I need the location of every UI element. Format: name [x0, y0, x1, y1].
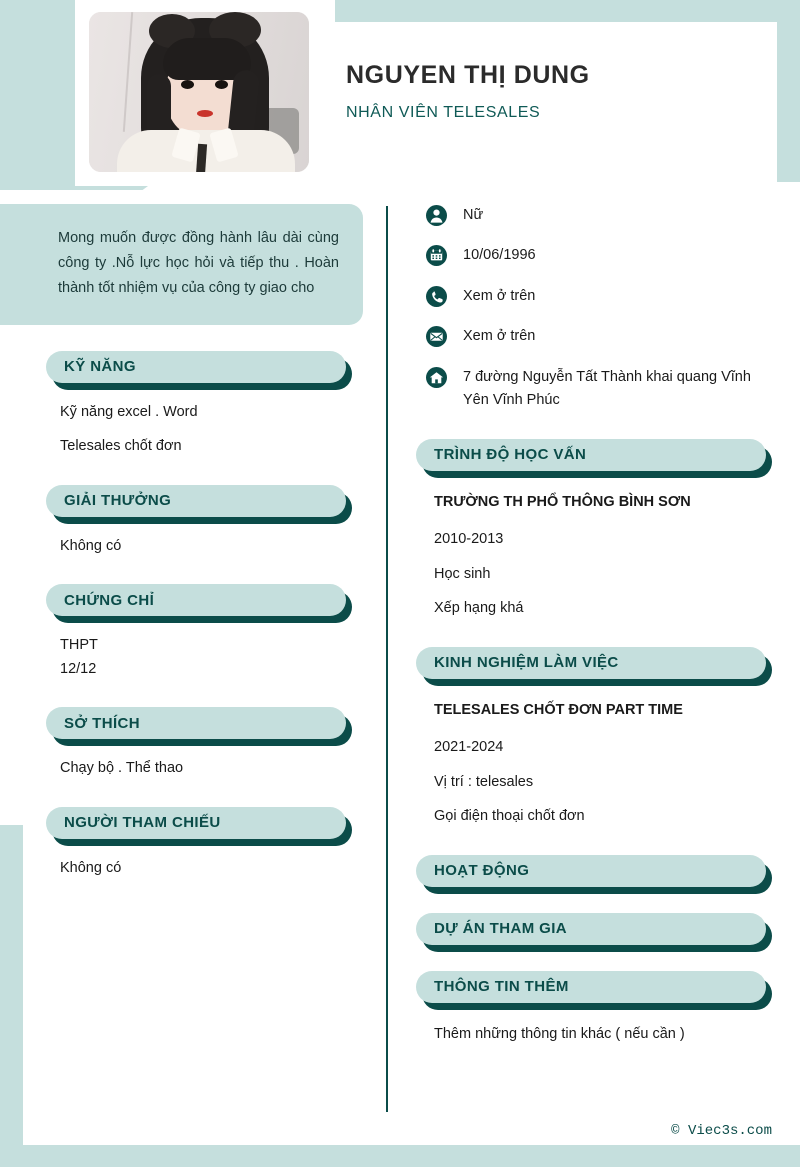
- contact-row-phone: Xem ở trên: [426, 285, 776, 308]
- summary-box: Mong muốn được đồng hành lâu dài cùng cô…: [0, 204, 363, 325]
- column-divider: [386, 206, 388, 1112]
- section-header-education: TRÌNH ĐỘ HỌC VẤN: [416, 438, 772, 478]
- section-title: DỰ ÁN THAM GIA: [434, 920, 568, 938]
- section-header-skills: KỸ NĂNG: [46, 350, 352, 390]
- home-icon: [426, 366, 447, 388]
- cv-header: NGUYEN THỊ DUNG NHÂN VIÊN TELESALES: [0, 0, 800, 192]
- contact-row-birthdate: 10/06/1996: [426, 244, 776, 267]
- envelope-icon: [426, 326, 447, 348]
- contact-value: Nữ: [463, 207, 484, 223]
- list-item: Không có: [60, 537, 122, 554]
- section-title: KINH NGHIỆM LÀM VIỆC: [434, 654, 619, 672]
- contact-value: Xem ở trên: [463, 287, 536, 304]
- section-title: NGƯỜI THAM CHIẾU: [64, 814, 221, 832]
- contact-value: Xem ở trên: [463, 328, 536, 345]
- section-body-certificates: THPT 12/12: [0, 616, 370, 681]
- section-title: GIẢI THƯỞNG: [64, 492, 172, 510]
- list-item: 2021-2024: [434, 739, 504, 756]
- section-header-awards: GIẢI THƯỞNG: [46, 484, 352, 524]
- profile-photo: [89, 12, 309, 172]
- section-header-certificates: CHỨNG CHỈ: [46, 584, 352, 624]
- section-title: THÔNG TIN THÊM: [434, 978, 569, 996]
- candidate-job-title: NHÂN VIÊN TELESALES: [346, 103, 541, 121]
- entry-heading: TELESALES CHỐT ĐƠN PART TIME: [434, 701, 683, 718]
- list-item: Vị trí : telesales: [434, 773, 534, 790]
- right-column: Nữ 10/06/1996 Xem ở trên Xem ở trên 7 đư: [416, 204, 776, 1046]
- contact-value: 10/06/1996: [463, 247, 536, 264]
- list-item: Xếp hạng khá: [434, 600, 524, 617]
- decorative-frame-bottom: [0, 1145, 800, 1167]
- list-item: Không có: [60, 859, 122, 876]
- contact-row-address: 7 đường Nguyễn Tất Thành khai quang Vĩnh…: [426, 366, 776, 413]
- section-title: CHỨNG CHỈ: [64, 591, 155, 609]
- list-item: Telesales chốt đơn: [60, 438, 182, 455]
- summary-text: Mong muốn được đồng hành lâu dài cùng cô…: [58, 230, 339, 296]
- section-title: SỞ THÍCH: [64, 714, 140, 732]
- calendar-icon: [426, 245, 447, 267]
- person-icon: [426, 205, 447, 226]
- list-item: 12/12: [60, 660, 97, 677]
- list-item: 2010-2013: [434, 531, 504, 548]
- footer-copyright: © Viec3s.com: [671, 1123, 772, 1139]
- section-header-hobbies: SỞ THÍCH: [46, 707, 352, 747]
- left-column: Mong muốn được đồng hành lâu dài cùng cô…: [0, 204, 370, 880]
- list-item: Chạy bộ . Thể thao: [60, 760, 184, 777]
- contact-row-email: Xem ở trên: [426, 325, 776, 348]
- section-title: TRÌNH ĐỘ HỌC VẤN: [434, 446, 587, 464]
- section-body-education: TRƯỜNG TH PHỔ THÔNG BÌNH SƠN 2010-2013 H…: [416, 471, 776, 621]
- list-item: Thêm những thông tin khác ( nếu cần ): [434, 1025, 685, 1042]
- contact-row-gender: Nữ: [426, 204, 776, 227]
- phone-icon: [426, 285, 447, 307]
- section-header-additional-info: THÔNG TIN THÊM: [416, 970, 772, 1010]
- list-item: THPT: [60, 637, 98, 654]
- name-block: NGUYEN THỊ DUNG NHÂN VIÊN TELESALES: [346, 61, 590, 122]
- section-title: HOẠT ĐỘNG: [434, 862, 530, 880]
- candidate-name: NGUYEN THỊ DUNG: [346, 61, 590, 89]
- section-header-references: NGƯỜI THAM CHIẾU: [46, 806, 352, 846]
- entry-heading: TRƯỜNG TH PHỔ THÔNG BÌNH SƠN: [434, 493, 691, 510]
- list-item: Kỹ năng excel . Word: [60, 403, 198, 420]
- section-header-activities: HOẠT ĐỘNG: [416, 854, 772, 894]
- contact-list: Nữ 10/06/1996 Xem ở trên Xem ở trên 7 đư: [416, 204, 776, 413]
- photo-container: [75, 0, 335, 186]
- section-body-experience: TELESALES CHỐT ĐƠN PART TIME 2021-2024 V…: [416, 679, 776, 829]
- section-title: KỸ NĂNG: [64, 358, 136, 376]
- section-header-projects: DỰ ÁN THAM GIA: [416, 912, 772, 952]
- section-header-experience: KINH NGHIỆM LÀM VIỆC: [416, 646, 772, 686]
- list-item: Học sinh: [434, 565, 491, 582]
- list-item: Gọi điện thoại chốt đơn: [434, 808, 585, 825]
- section-body-skills: Kỹ năng excel . Word Telesales chốt đơn: [0, 383, 370, 459]
- contact-value: 7 đường Nguyễn Tất Thành khai quang Vĩnh…: [463, 368, 751, 409]
